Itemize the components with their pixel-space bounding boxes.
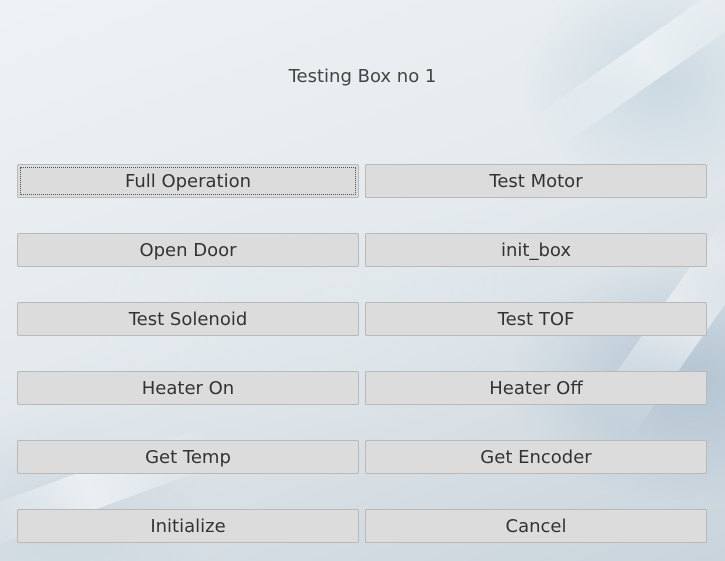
get-encoder-button[interactable]: Get Encoder <box>365 440 707 474</box>
heater-off-button[interactable]: Heater Off <box>365 371 707 405</box>
cancel-button[interactable]: Cancel <box>365 509 707 543</box>
open-door-button[interactable]: Open Door <box>17 233 359 267</box>
test-motor-button[interactable]: Test Motor <box>365 164 707 198</box>
get-temp-button[interactable]: Get Temp <box>17 440 359 474</box>
test-solenoid-button[interactable]: Test Solenoid <box>17 302 359 336</box>
initialize-button[interactable]: Initialize <box>17 509 359 543</box>
dialog-title: Testing Box no 1 <box>288 66 437 87</box>
test-tof-button[interactable]: Test TOF <box>365 302 707 336</box>
heater-on-button[interactable]: Heater On <box>17 371 359 405</box>
full-operation-button[interactable]: Full Operation <box>17 164 359 198</box>
init-box-button[interactable]: init_box <box>365 233 707 267</box>
